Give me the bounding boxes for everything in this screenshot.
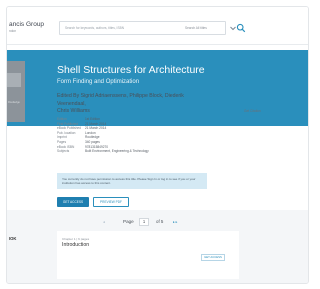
cover-graphic — [7, 73, 21, 87]
authors-line: Chris Williams — [57, 108, 90, 114]
search-scope-select[interactable]: Search All titles — [182, 21, 222, 35]
logo-text[interactable]: ancis Group — [9, 21, 44, 28]
book-authors: Edited By Sigrid Adriaenssens, Philippe … — [57, 93, 207, 116]
page-label: Page — [123, 219, 134, 224]
access-notice: You currently do not have permission to … — [57, 173, 207, 189]
search-scope-label: Search All titles — [185, 26, 207, 30]
chapter-title[interactable]: Introduction — [62, 242, 89, 248]
cover-publisher: Routledge — [8, 101, 20, 104]
citation-icon — [235, 109, 239, 113]
previous-page-icon[interactable]: ◂ — [103, 220, 105, 224]
chapter-get-access-button[interactable]: GET ACCESS — [201, 254, 225, 261]
next-page-icon[interactable]: ▸ ▸ — [173, 220, 177, 224]
get-access-button[interactable]: GET ACCESS — [57, 197, 89, 207]
access-notice-text: You currently do not have permission to … — [62, 177, 196, 185]
search-icon[interactable] — [236, 23, 246, 33]
authors-line: Edited By Sigrid Adriaenssens, Philippe … — [57, 93, 184, 107]
pagination: ◂ Page 1 of 5 ▸ ▸ — [103, 218, 203, 228]
page-count: of 5 — [156, 219, 164, 224]
meta-key: Subjects — [57, 149, 70, 154]
chapter-card: Chapter 1 | 6 pages Introduction GET ACC… — [57, 231, 239, 279]
meta-value: Built Environment, Engineering & Technol… — [85, 149, 149, 154]
book-cover-image: Routledge — [7, 61, 25, 122]
page-number-input[interactable]: 1 — [139, 218, 149, 226]
search-placeholder: Search for keywords, authors, titles, IS… — [65, 26, 124, 30]
book-metadata: Edition 1st Edition First Published 21 Mar… — [57, 117, 149, 154]
site-header: ancis Group ndon Search for keywords, au… — [7, 7, 308, 45]
meta-row: Subjects Built Environment, Engineering &… — [57, 149, 149, 154]
page-frame: ancis Group ndon Search for keywords, au… — [6, 6, 309, 284]
toc-heading: IOK — [9, 236, 17, 241]
book-subtitle: Form Finding and Optimization — [57, 79, 140, 85]
get-citation-link[interactable]: Get Citation — [235, 108, 275, 114]
preview-pdf-button[interactable]: PREVIEW PDF — [93, 197, 129, 207]
chapter-meta: Chapter 1 | 6 pages — [62, 237, 90, 241]
logo-subtext: ndon — [9, 29, 17, 33]
get-citation-label: Get Citation — [244, 109, 261, 113]
book-title: Shell Structures for Architecture — [57, 64, 205, 76]
